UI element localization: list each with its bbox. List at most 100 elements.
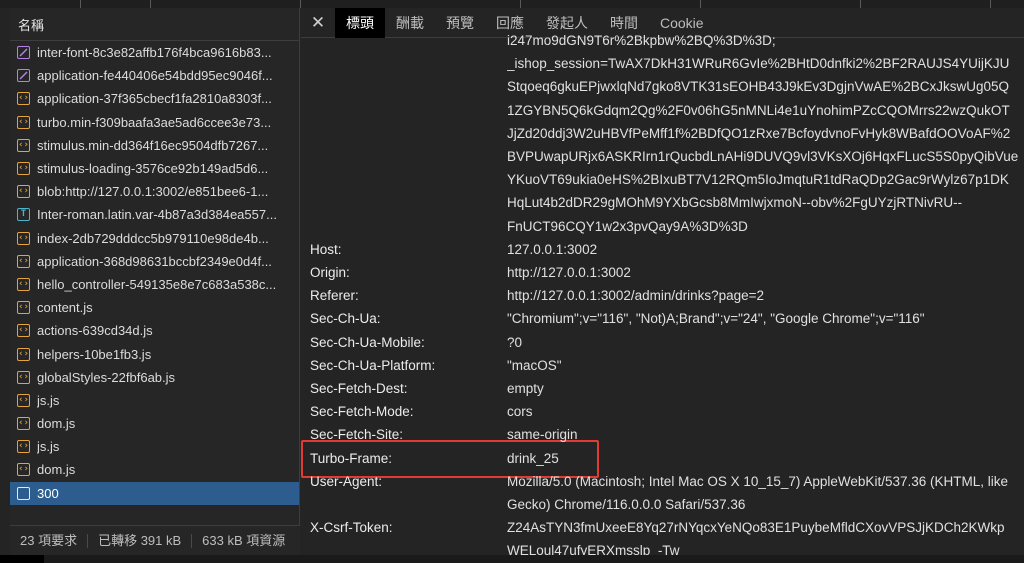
request-name: blob:http://127.0.0.1:3002/e851bee6-1... xyxy=(37,184,269,200)
request-name: turbo.min-f309baafa3ae5ad6ccee3e73... xyxy=(37,114,272,130)
header-value: "macOS" xyxy=(507,354,1022,377)
request-row[interactable]: ‹› content.js xyxy=(10,296,299,319)
script-file-icon: ‹› xyxy=(17,417,30,431)
script-file-icon: ‹› xyxy=(17,277,30,291)
request-name: 300 xyxy=(37,485,59,501)
header-value: http://127.0.0.1:3002 xyxy=(507,261,1022,284)
header-name: Referer: xyxy=(310,288,359,304)
request-row[interactable]: ‹› js.js xyxy=(10,435,299,458)
header-value-line: same-origin xyxy=(507,427,578,443)
request-row[interactable]: ‹› globalStyles-22fbf6ab.js xyxy=(10,366,299,389)
header-value-line: Mozilla/5.0 (Macintosh; Intel Mac OS X 1… xyxy=(507,473,1008,489)
header-value-line: cors xyxy=(507,404,533,420)
request-row[interactable]: ‹› blob:http://127.0.0.1:3002/e851bee6-1.… xyxy=(10,180,299,203)
script-file-icon: ‹› xyxy=(17,138,30,152)
request-headers-section: i247mo9dGN9T6r%2Bkpbw%2BQ%3D%3D; _ishop_s… xyxy=(301,33,1024,555)
header-value: Z24AsTYN3fmUxeeE8Yq27rNYqcxYeNQo83E1Puyb… xyxy=(507,516,1022,555)
cookie-value-line: FnUCT96CQY1w2x3pvQay9A%3D%3D xyxy=(507,218,748,234)
request-name: js.js xyxy=(37,439,60,455)
request-name: dom.js xyxy=(37,416,76,432)
request-row[interactable]: ‹› application-37f365cbecf1fa2810a8303f..… xyxy=(10,87,299,110)
tab-2[interactable]: 預覽 xyxy=(435,8,485,38)
cookie-header-value: i247mo9dGN9T6r%2Bkpbw%2BQ%3D%3D; _ishop_s… xyxy=(507,29,1022,238)
script-file-icon: ‹› xyxy=(17,301,30,315)
name-column-label: 名稱 xyxy=(18,17,45,33)
header-value: ?0 xyxy=(507,331,1022,354)
header-value: "Chromium";v="116", "Not)A;Brand";v="24"… xyxy=(507,307,1022,330)
header-value-line: "Chromium";v="116", "Not)A;Brand";v="24"… xyxy=(507,311,925,327)
header-value: 127.0.0.1:3002 xyxy=(507,238,1022,261)
request-row[interactable]: ‹› helpers-10be1fb3.js xyxy=(10,342,299,365)
css-file-icon xyxy=(17,46,30,60)
request-name: inter-font-8c3e82affb176f4bca9616b83... xyxy=(37,45,272,61)
close-icon[interactable]: ✕ xyxy=(301,8,335,38)
header-name: Sec-Ch-Ua-Mobile: xyxy=(310,334,425,350)
header-value-line: http://127.0.0.1:3002 xyxy=(507,265,631,280)
header-name: Sec-Ch-Ua-Platform: xyxy=(310,357,436,373)
name-column-header[interactable]: 名稱 xyxy=(10,8,299,41)
header-value-line: empty xyxy=(507,381,544,396)
cookie-value-line: BVPUwapURjx6ASKRIrn1rQucbdLnAHi9DUVQ9vl3… xyxy=(507,148,1019,164)
tab-0[interactable]: 標頭 xyxy=(335,8,385,38)
request-list: inter-font-8c3e82affb176f4bca9616b83... a… xyxy=(10,41,299,505)
script-file-icon: ‹› xyxy=(17,463,30,477)
request-row[interactable]: ‹› js.js xyxy=(10,389,299,412)
header-name: Sec-Fetch-Site: xyxy=(310,427,404,443)
header-name: Sec-Fetch-Mode: xyxy=(310,404,414,420)
header-value-line: Gecko) Chrome/116.0.0.0 Safari/537.36 xyxy=(507,496,746,512)
request-row[interactable]: ‹› index-2db729dddcc5b979110e98de4b... xyxy=(10,227,299,250)
script-file-icon: ‹› xyxy=(17,231,30,245)
cookie-value-line: YKuoVT69ukia0eHS%2BIxuBT7V12RQm5IoJmqtuR… xyxy=(507,172,1009,188)
cookie-value-line: JjZd20ddj3W2uHBVfPeMff1f%2BDfQO1zRxe7Bcf… xyxy=(507,125,1011,141)
header-name: Sec-Fetch-Dest: xyxy=(310,381,408,396)
request-details-panel: ✕ 標頭 酬載 預覽 回應 發起人 時間 Cookie i247mo9dGN9T6r%2Bk… xyxy=(301,8,1024,555)
request-name: helpers-10be1fb3.js xyxy=(37,346,152,362)
request-name: Inter-roman.latin.var-4b87a3d384ea557... xyxy=(37,207,277,223)
request-row[interactable]: ‹› hello_controller-549135e8e7c683a538c..… xyxy=(10,273,299,296)
script-file-icon: ‹› xyxy=(17,92,30,106)
request-row[interactable]: ‹› dom.js xyxy=(10,458,299,481)
request-name: application-368d98631bccbf2349e0d4f... xyxy=(37,253,272,269)
request-row[interactable]: T Inter-roman.latin.var-4b87a3d384ea557..… xyxy=(10,203,299,226)
header-value-line: WELoul47ufyERXmsslp_-Tw xyxy=(507,543,680,555)
cookie-value-line: i247mo9dGN9T6r%2Bkpbw%2BQ%3D%3D; xyxy=(507,33,776,48)
header-value-line: drink_25 xyxy=(507,450,559,466)
request-row[interactable]: inter-font-8c3e82affb176f4bca9616b83... xyxy=(10,41,299,64)
script-file-icon: ‹› xyxy=(17,393,30,407)
tab-1[interactable]: 酬載 xyxy=(385,8,435,38)
request-row[interactable]: 300 xyxy=(10,481,299,505)
header-value: empty xyxy=(507,377,1022,400)
resources-size: 633 kB 項資源 xyxy=(202,532,286,548)
header-value-line: Z24AsTYN3fmUxeeE8Yq27rNYqcxYeNQo83E1Puyb… xyxy=(507,520,1005,536)
header-name: Turbo-Frame: xyxy=(310,450,393,466)
request-row[interactable]: ‹› actions-639cd34d.js xyxy=(10,319,299,342)
script-file-icon: ‹› xyxy=(17,254,30,268)
request-name: actions-639cd34d.js xyxy=(37,323,153,339)
request-name: dom.js xyxy=(37,462,76,478)
request-row[interactable]: ‹› application-368d98631bccbf2349e0d4f... xyxy=(10,250,299,273)
request-name: globalStyles-22fbf6ab.js xyxy=(37,369,176,385)
request-name: stimulus-loading-3576ce92b149ad5d6... xyxy=(37,161,269,177)
request-row[interactable]: ‹› dom.js xyxy=(10,412,299,435)
request-row[interactable]: application-fe440406e54bdd95ec9046f... xyxy=(10,64,299,87)
script-file-icon: ‹› xyxy=(17,370,30,384)
request-name: index-2db729dddcc5b979110e98de4b... xyxy=(37,230,269,246)
script-file-icon: ‹› xyxy=(17,162,30,176)
script-file-icon: ‹› xyxy=(17,440,30,454)
status-bar: 23 項要求 已轉移 391 kB 633 kB 項資源 xyxy=(10,525,300,555)
request-count: 23 項要求 xyxy=(10,533,89,548)
request-list-panel: 名稱 inter-font-8c3e82affb176f4bca9616b83.… xyxy=(10,8,300,555)
request-row[interactable]: ‹› turbo.min-f309baafa3ae5ad6ccee3e73... xyxy=(10,111,299,134)
transferred-size: 已轉移 391 kB xyxy=(88,533,193,548)
request-row[interactable]: ‹› stimulus.min-dd364f16ec9504dfb7267... xyxy=(10,134,299,157)
header-value: Mozilla/5.0 (Macintosh; Intel Mac OS X 1… xyxy=(507,470,1022,516)
header-value: same-origin xyxy=(507,423,1022,446)
document-icon xyxy=(17,486,30,500)
header-value-line: "macOS" xyxy=(507,357,562,373)
cookie-value-line: 1ZGYBN5Q6kGdqm2Qg%2F0v06hG5nMNLi4e1uYnoh… xyxy=(507,102,1010,118)
request-name: content.js xyxy=(37,300,93,316)
header-value-line: 127.0.0.1:3002 xyxy=(507,241,598,257)
font-file-icon: T xyxy=(17,208,30,222)
request-row[interactable]: ‹› stimulus-loading-3576ce92b149ad5d6... xyxy=(10,157,299,180)
script-file-icon: ‹› xyxy=(17,185,30,199)
